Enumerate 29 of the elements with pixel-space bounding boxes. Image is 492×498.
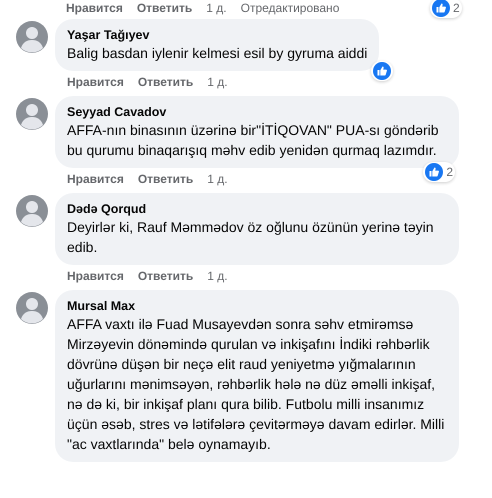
comment-time[interactable]: 1 д. [206,1,227,15]
like-link[interactable]: Нравится [66,1,123,15]
reply-link[interactable]: Ответить [138,172,194,186]
comment-text: Balig basdan iylenir kelmesi esil by gyruma aiddi [67,44,368,63]
like-link[interactable]: Нравится [67,75,124,89]
author-name[interactable]: Yaşar Tağıyev [67,27,368,43]
edited-label: Отредактировано [240,1,340,15]
comment-time[interactable]: 1 д. [207,75,228,89]
author-name[interactable]: Dədə Qorqud [67,201,447,217]
comment-time[interactable]: 1 д. [207,172,228,186]
like-link[interactable]: Нравится [67,269,124,283]
reply-link[interactable]: Ответить [138,75,194,89]
reply-link[interactable]: Ответить [136,1,192,15]
reaction-count: 2 [446,165,453,179]
comment-time[interactable]: 1 д. [207,269,228,283]
reaction-badge[interactable]: 2 [430,0,462,18]
avatar-icon[interactable] [16,98,48,130]
comment-text: AFFA-nın binasının üzərinə bir"İTİQOVAN" PUA-sı göndərib bu qurumu binaqarışıq məhv edib yenidən qurmaq lazımdır. [67,121,440,160]
avatar-icon[interactable] [16,292,48,324]
author-name[interactable]: Seyyad Cavadov [67,104,447,120]
comment-text: AFFA vaxtı ilə Fuad Musayevdən sonra səhv etmirəmsə Mirzəyevin dönəmində qurulan və inkişafını İndiki rəhbərlik dövrünə düşən bir neçə elit raud yeniyetmə yığmalarının uğurlarını mənimsəyən, rəhbərlik hələ nə düz əməlli inkişaf, nə də ki, bir inkişaf planı qura bilib. Futbolu milli insanımız üçün əsəb, stres və lətifələrə çevitərməyə davam edirlər. Milli "ac vaxtlarında" belə oynamayıb. [67,315,446,454]
author-name[interactable]: Mursal Max [67,298,447,314]
reaction-count: 2 [453,1,460,15]
reply-link[interactable]: Ответить [138,269,194,283]
avatar-icon[interactable] [16,21,48,53]
like-link[interactable]: Нравится [67,172,124,186]
comment-text: Deyirlər ki, Rauf Məmmədov öz oğlunu özünün yerinə təyin edib. [67,218,435,257]
reaction-badge[interactable]: 2 [423,162,455,182]
avatar-icon[interactable] [16,195,48,227]
